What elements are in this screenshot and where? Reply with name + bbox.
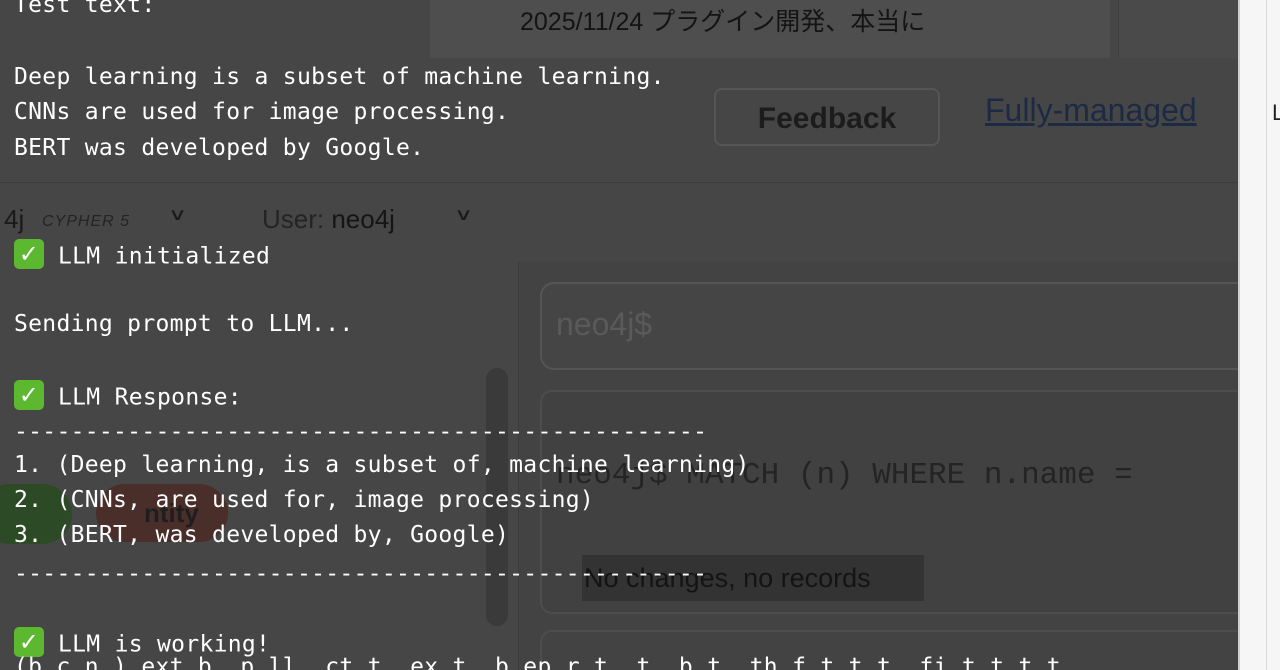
terminal-output: Test text: Deep learning is a subset of … [0, 0, 1238, 670]
triple-line: 3. (BERT, was developed by, Google) [14, 522, 510, 548]
status-text: LLM Response: [58, 384, 242, 411]
terminal-line: CNNs are used for image processing. [14, 99, 510, 125]
divider-line: ----------------------------------------… [14, 419, 708, 445]
divider-line: ----------------------------------------… [14, 561, 708, 587]
terminal-line-sending: Sending prompt to LLM... [14, 311, 354, 337]
window-edge-line [1266, 0, 1267, 670]
status-line-initialized: ✓ LLM initialized [14, 239, 271, 272]
status-text: LLM initialized [58, 243, 271, 270]
edge-glyph: L [1272, 100, 1280, 125]
check-mark-icon: ✓ [14, 380, 44, 410]
terminal-line: Deep learning is a subset of machine lea… [14, 64, 665, 90]
triple-line: 1. (Deep learning, is a subset of, machi… [14, 452, 750, 478]
terminal-line-test-text: Test text: [14, 0, 156, 18]
check-mark-icon: ✓ [14, 239, 44, 269]
terminal-line: BERT was developed by Google. [14, 135, 425, 161]
terminal-line-cut-bottom: (b_c_n_) ext b_ p_ll_ ct_t_ ex_t_ b ep_r… [14, 654, 1061, 670]
screen: 2025/11/24 プラグイン開発、本当に Feedback Fully-ma… [0, 0, 1280, 670]
check-mark-icon: ✓ [14, 627, 44, 657]
triple-line: 2. (CNNs, are used for, image processing… [14, 487, 595, 513]
status-line-response: ✓ LLM Response: [14, 380, 242, 413]
